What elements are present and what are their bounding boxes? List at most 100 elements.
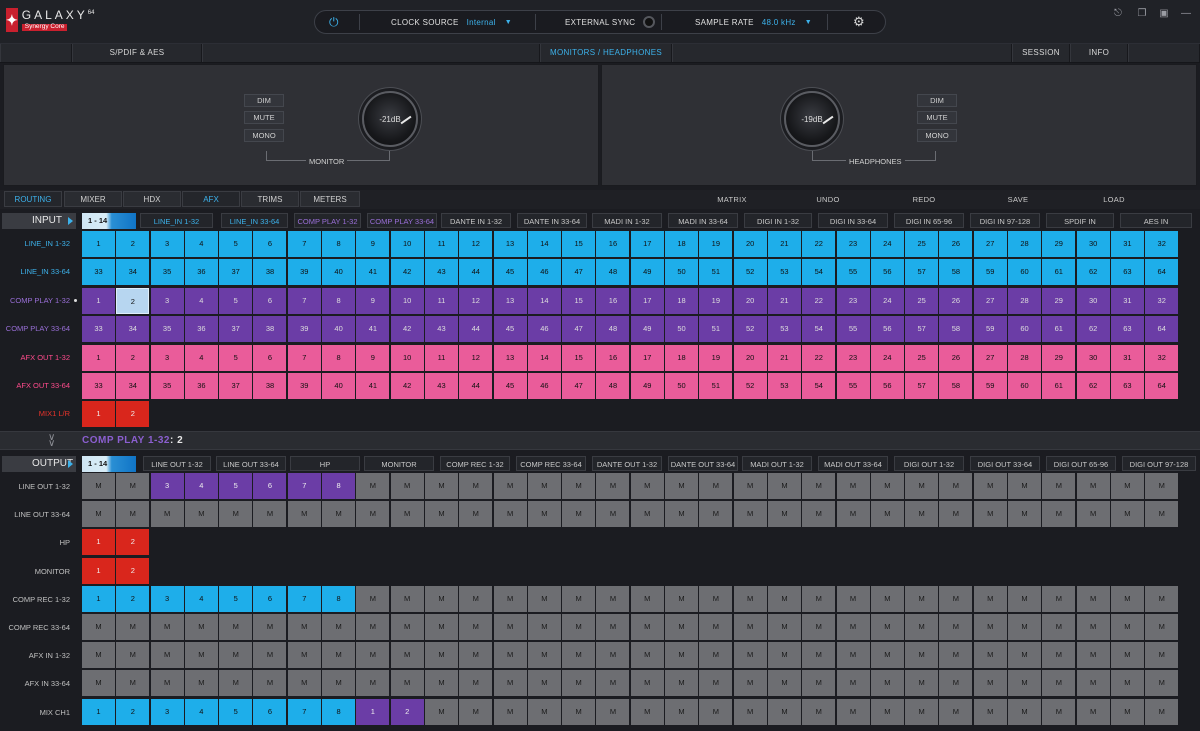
input-cell[interactable]: 62 (1076, 316, 1110, 343)
input-cell[interactable]: 18 (665, 344, 699, 371)
input-cell[interactable]: 38 (253, 259, 287, 286)
tab-mixer[interactable]: MIXER (64, 191, 122, 207)
output-cell[interactable]: M (287, 501, 321, 528)
output-cell[interactable]: M (733, 501, 767, 528)
input-cell[interactable]: 4 (184, 287, 218, 314)
output-cell[interactable]: M (939, 614, 973, 640)
output-cell[interactable]: M (733, 585, 767, 612)
input-cell[interactable]: 49 (630, 373, 664, 399)
output-cell[interactable]: M (733, 473, 767, 499)
input-cell[interactable]: 2 (116, 287, 150, 314)
output-cell[interactable]: M (1076, 614, 1110, 640)
output-cell[interactable]: M (424, 501, 458, 528)
input-cell[interactable]: 19 (699, 231, 733, 257)
output-cell[interactable]: M (596, 614, 630, 640)
output-cell[interactable]: M (665, 473, 699, 499)
output-cell[interactable]: M (424, 670, 458, 697)
monitor-dim-button[interactable]: DIM (244, 94, 284, 107)
pin-icon[interactable]: ⎋ (1112, 8, 1124, 20)
input-cell[interactable]: 32 (1145, 344, 1179, 371)
input-cell[interactable]: 12 (459, 287, 493, 314)
output-cell[interactable]: M (699, 642, 733, 669)
output-cell[interactable]: M (527, 614, 561, 640)
input-cell[interactable]: 15 (562, 231, 596, 257)
output-cell[interactable]: M (562, 670, 596, 697)
input-cell[interactable]: 35 (150, 259, 184, 286)
input-cell[interactable]: 10 (390, 231, 424, 257)
input-cell[interactable]: 36 (184, 259, 218, 286)
output-cell[interactable]: 2 (390, 698, 424, 725)
input-cell[interactable]: 21 (767, 231, 801, 257)
input-cell[interactable]: 15 (562, 344, 596, 371)
output-cell[interactable]: M (802, 670, 836, 697)
sample-rate-dropdown[interactable]: SAMPLE RATE 48.0 kHz ▼ (695, 11, 812, 33)
input-cell[interactable]: 39 (287, 259, 321, 286)
output-cell[interactable]: M (116, 642, 150, 669)
output-cell[interactable]: 6 (253, 585, 287, 612)
input-cell[interactable]: 54 (802, 259, 836, 286)
input-cell[interactable]: 40 (322, 373, 356, 399)
input-cell[interactable]: 19 (699, 344, 733, 371)
output-cell[interactable]: M (1008, 670, 1042, 697)
output-cell[interactable]: M (733, 670, 767, 697)
input-cell[interactable]: 23 (836, 287, 870, 314)
output-cell[interactable]: M (253, 614, 287, 640)
input-cell[interactable]: 5 (219, 231, 253, 257)
output-tab[interactable]: COMP REC 33-64 (516, 456, 586, 471)
output-cell[interactable]: 8 (322, 473, 356, 499)
input-cell[interactable]: 26 (939, 231, 973, 257)
input-cell[interactable]: 40 (322, 259, 356, 286)
output-cell[interactable]: M (939, 698, 973, 725)
input-cell[interactable]: 11 (424, 344, 458, 371)
input-cell[interactable]: 9 (356, 287, 390, 314)
input-cell[interactable]: 8 (322, 287, 356, 314)
output-cell[interactable]: 1 (82, 698, 115, 725)
output-cell[interactable]: M (836, 670, 870, 697)
output-tab[interactable]: LINE OUT 1-32 (143, 456, 211, 471)
output-cell[interactable]: M (836, 473, 870, 499)
output-cell[interactable]: M (1110, 670, 1144, 697)
input-cell[interactable]: 13 (493, 287, 527, 314)
output-cell[interactable]: M (356, 501, 390, 528)
output-cell[interactable]: M (836, 642, 870, 669)
input-cell[interactable]: 39 (287, 373, 321, 399)
input-cell[interactable]: 46 (527, 316, 561, 343)
input-cell[interactable]: 46 (527, 259, 561, 286)
input-cell[interactable]: 21 (767, 287, 801, 314)
input-cell[interactable]: 37 (219, 316, 253, 343)
input-cell[interactable]: 12 (459, 344, 493, 371)
input-cell[interactable]: 29 (1042, 231, 1076, 257)
input-cell[interactable]: 27 (973, 231, 1007, 257)
output-cell[interactable]: M (802, 585, 836, 612)
input-cell[interactable]: 34 (116, 316, 150, 343)
output-cell[interactable]: M (493, 614, 527, 640)
input-cell[interactable]: 56 (870, 373, 904, 399)
output-cell[interactable]: M (356, 642, 390, 669)
output-cell[interactable]: M (82, 473, 115, 499)
output-cell[interactable]: 8 (322, 585, 356, 612)
input-cell[interactable]: 62 (1076, 259, 1110, 286)
output-cell[interactable]: M (184, 642, 218, 669)
output-cell[interactable]: M (596, 670, 630, 697)
output-cell[interactable]: M (870, 473, 904, 499)
output-cell[interactable]: M (1042, 501, 1076, 528)
output-cell[interactable]: M (733, 642, 767, 669)
monitor-mute-button[interactable]: MUTE (244, 111, 284, 124)
output-cell[interactable]: M (665, 501, 699, 528)
input-cell[interactable]: 2 (116, 344, 150, 371)
output-cell[interactable]: M (356, 585, 390, 612)
output-cell[interactable]: M (630, 642, 664, 669)
input-cell[interactable]: 57 (905, 373, 939, 399)
output-cell[interactable]: M (870, 614, 904, 640)
output-cell[interactable]: M (665, 698, 699, 725)
output-cell[interactable]: M (562, 614, 596, 640)
restore-window-icon[interactable]: ❐ (1136, 8, 1148, 20)
output-cell[interactable]: M (1110, 585, 1144, 612)
output-cell[interactable]: M (527, 501, 561, 528)
output-cell[interactable]: M (630, 585, 664, 612)
output-cell[interactable]: M (253, 670, 287, 697)
input-cell[interactable]: 42 (390, 373, 424, 399)
output-cell[interactable]: M (493, 642, 527, 669)
output-cell[interactable]: M (1110, 501, 1144, 528)
tab-hdx[interactable]: HDX (123, 191, 181, 207)
